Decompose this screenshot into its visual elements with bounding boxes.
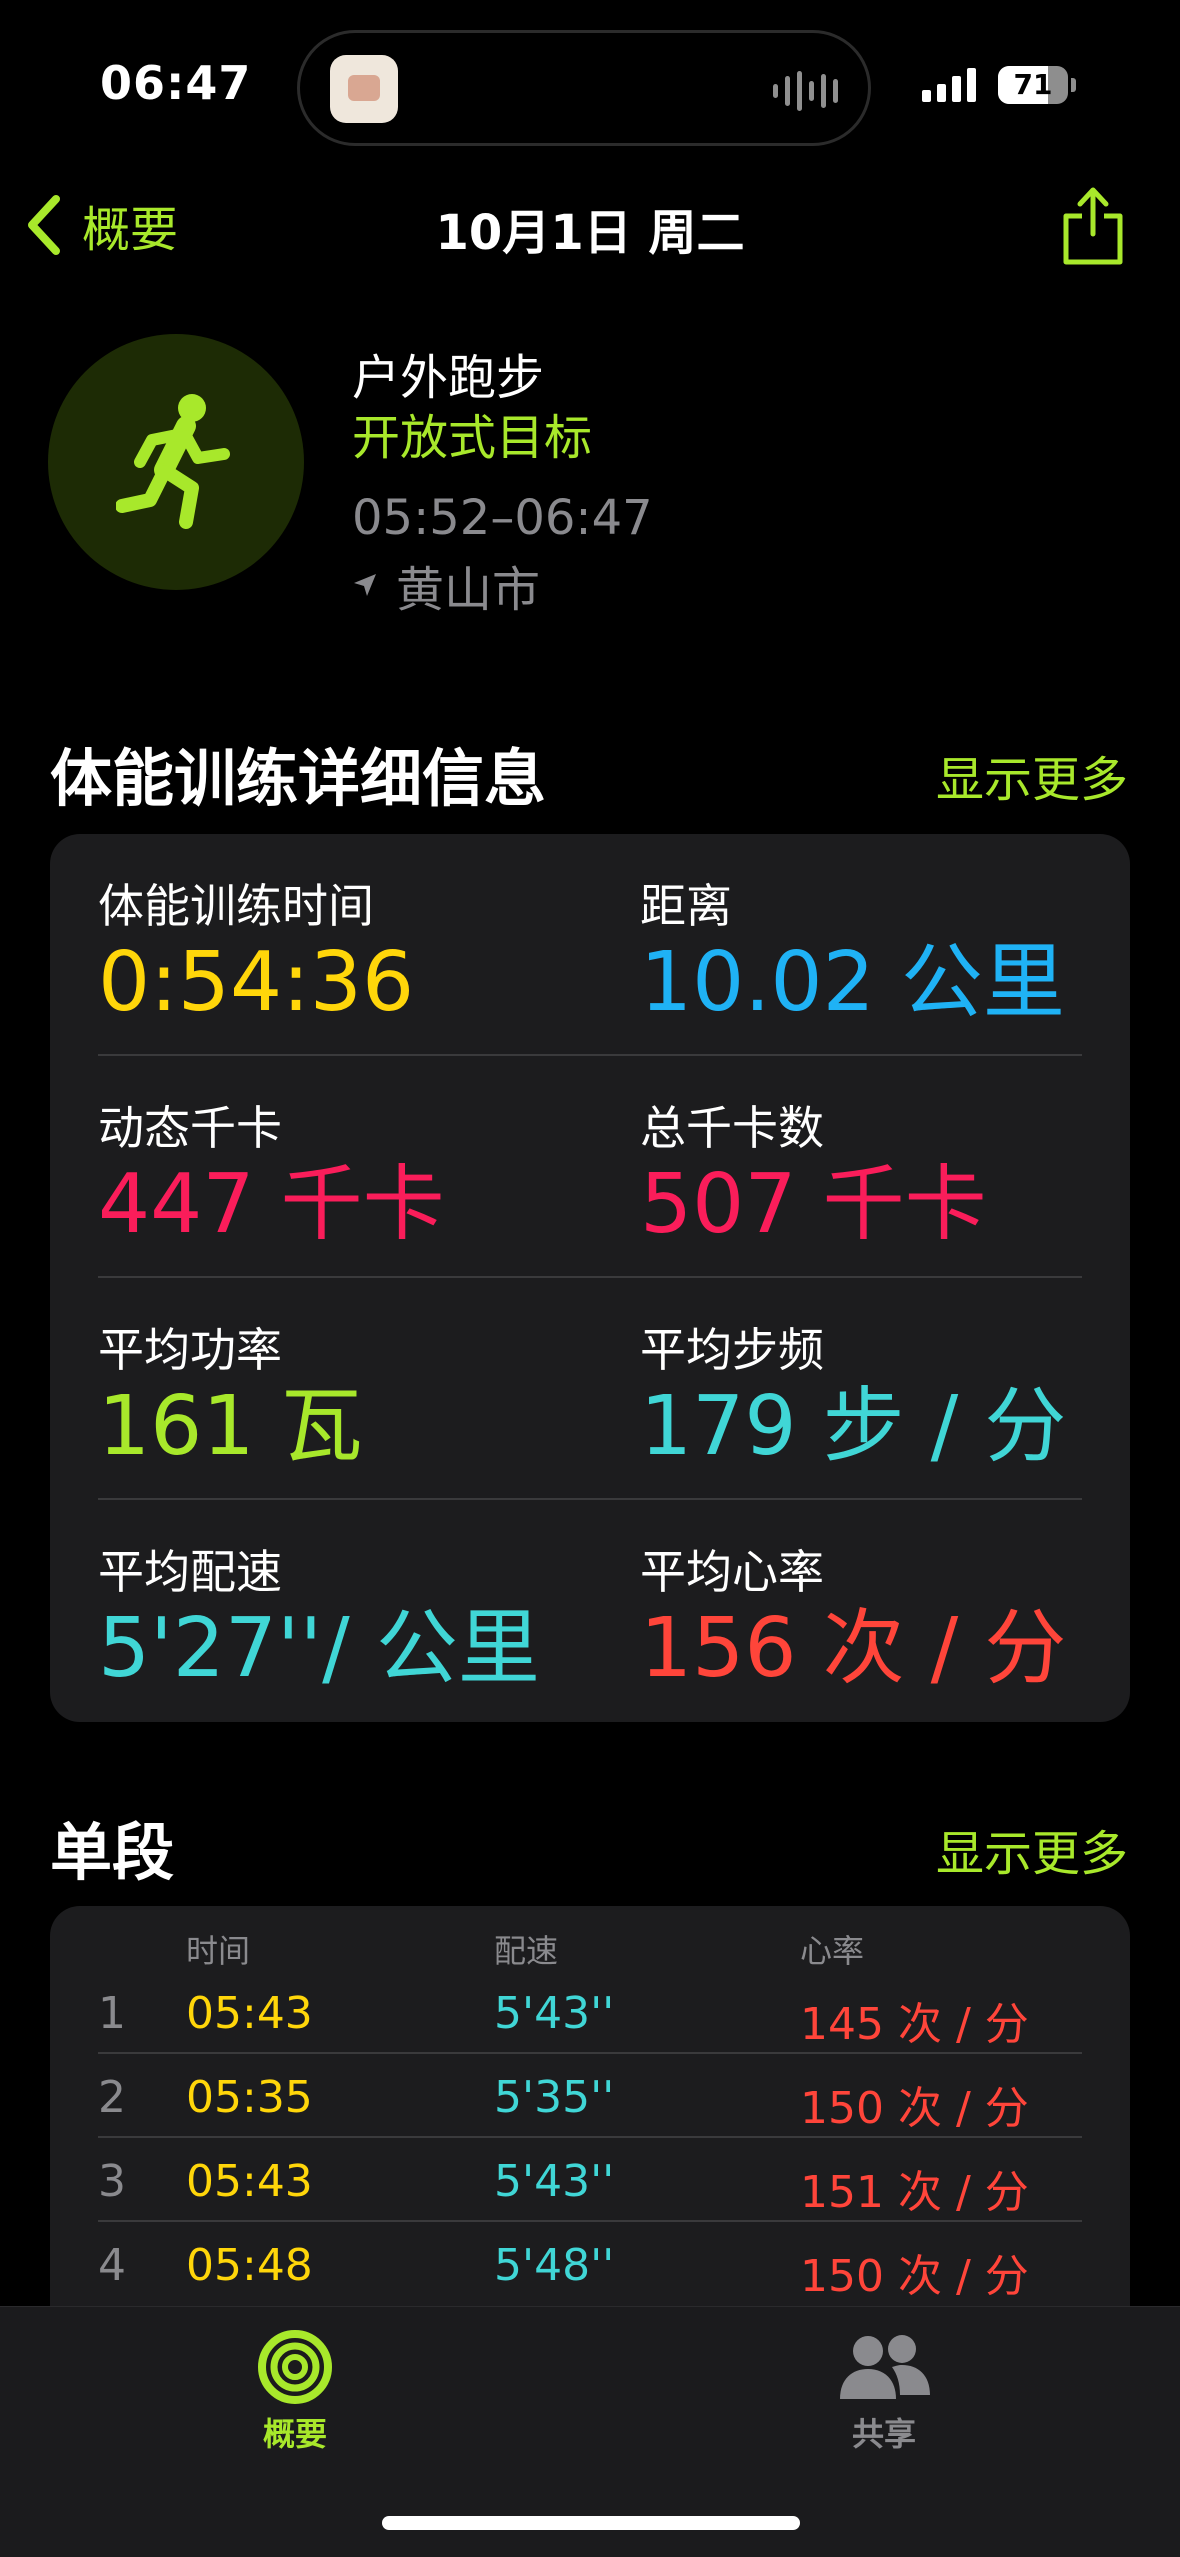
- metric-average-pace: 平均配速 5'27''/ 公里: [98, 1536, 540, 1694]
- metric-workout-time: 体能训练时间 0:54:36: [98, 870, 414, 1028]
- metric-value: 156 次 / 分: [640, 1601, 1067, 1696]
- split-heart-rate: 150 次 / 分: [800, 2251, 1029, 2302]
- metric-label: 动态千卡: [98, 1101, 282, 1155]
- metric-label: 距离: [640, 879, 732, 933]
- metric-value: 179 步 / 分: [640, 1379, 1067, 1474]
- metric-label: 平均配速: [98, 1545, 282, 1599]
- location-arrow-icon: [354, 574, 376, 596]
- tab-summary-label: 概要: [262, 2415, 327, 2453]
- split-pace: 5'43'': [494, 2156, 615, 2207]
- metric-value: 447 千卡: [98, 1157, 445, 1252]
- splits-column-heart-rate: 心率: [800, 1932, 865, 1970]
- share-button[interactable]: [1058, 182, 1128, 266]
- audio-waveform-icon: [773, 71, 838, 111]
- details-section-title: 体能训练详细信息: [50, 742, 547, 815]
- split-number: 2: [98, 2072, 126, 2123]
- split-time: 05:48: [186, 2240, 313, 2291]
- cellular-signal-icon: [922, 68, 976, 102]
- metric-distance: 距离 10.02 公里: [640, 870, 1065, 1028]
- tab-summary[interactable]: 概要: [185, 2329, 405, 2455]
- split-number: 3: [98, 2156, 126, 2207]
- workout-goal: 开放式目标: [352, 410, 593, 466]
- dynamic-island[interactable]: [297, 30, 871, 146]
- metric-label: 体能训练时间: [98, 879, 374, 933]
- split-time: 05:43: [186, 2156, 313, 2207]
- metric-value: 507 千卡: [640, 1157, 987, 1252]
- metric-active-calories: 动态千卡 447 千卡: [98, 1092, 445, 1250]
- status-time: 06:47: [100, 56, 252, 110]
- split-pace: 5'48'': [494, 2240, 615, 2291]
- battery-icon: 71: [998, 66, 1068, 104]
- metric-value: 161 瓦: [98, 1379, 363, 1474]
- splits-column-time: 时间: [186, 1932, 251, 1970]
- tab-sharing-label: 共享: [851, 2415, 916, 2453]
- share-icon: [1063, 187, 1123, 265]
- split-number: 1: [98, 1988, 126, 2039]
- metric-value: 10.02 公里: [640, 935, 1065, 1030]
- workout-location: 黄山市: [352, 550, 540, 620]
- metric-average-heart-rate: 平均心率 156 次 / 分: [640, 1536, 1066, 1694]
- metric-average-cadence: 平均步频 179 步 / 分: [640, 1314, 1066, 1472]
- metric-label: 平均步频: [640, 1323, 824, 1377]
- split-row: 1 05:43 5'43'' 145 次 / 分: [50, 1970, 1130, 2054]
- metric-value: 5'27''/ 公里: [98, 1601, 540, 1696]
- splits-column-pace: 配速: [494, 1932, 559, 1970]
- battery-percent: 71: [1013, 68, 1053, 101]
- split-time: 05:35: [186, 2072, 313, 2123]
- workout-type-badge: [48, 334, 304, 590]
- splits-show-more-link[interactable]: 显示更多: [936, 1814, 1128, 1884]
- home-indicator[interactable]: [382, 2516, 800, 2530]
- people-icon: [840, 2335, 930, 2399]
- divider: [98, 1276, 1082, 1278]
- activity-rings-icon: [258, 2330, 332, 2404]
- split-pace: 5'43'': [494, 1988, 615, 2039]
- split-heart-rate: 145 次 / 分: [800, 1999, 1029, 2050]
- split-number: 4: [98, 2240, 126, 2291]
- split-time: 05:43: [186, 1988, 313, 2039]
- split-row: 2 05:35 5'35'' 150 次 / 分: [50, 2054, 1130, 2138]
- split-pace: 5'35'': [494, 2072, 615, 2123]
- divider: [98, 1498, 1082, 1500]
- workout-details-card: 体能训练时间 0:54:36 距离 10.02 公里 动态千卡 447 千卡 总…: [50, 834, 1130, 1722]
- metric-value: 0:54:36: [98, 935, 415, 1030]
- metric-label: 总千卡数: [640, 1101, 824, 1155]
- tab-sharing[interactable]: 共享: [774, 2329, 994, 2455]
- split-row: 4 05:48 5'48'' 150 次 / 分: [50, 2222, 1130, 2306]
- divider: [98, 1054, 1082, 1056]
- now-playing-app-icon: [330, 55, 398, 123]
- workout-time-range: 05:52–06:47: [352, 490, 653, 546]
- metric-label: 平均功率: [98, 1323, 282, 1377]
- metric-total-calories: 总千卡数 507 千卡: [640, 1092, 987, 1250]
- split-row: 3 05:43 5'43'' 151 次 / 分: [50, 2138, 1130, 2222]
- metric-label: 平均心率: [640, 1545, 824, 1599]
- details-show-more-link[interactable]: 显示更多: [936, 740, 1128, 810]
- split-heart-rate: 151 次 / 分: [800, 2167, 1029, 2218]
- split-heart-rate: 150 次 / 分: [800, 2083, 1029, 2134]
- workout-location-label: 黄山市: [396, 562, 541, 618]
- page-title: 10月1日 周二: [435, 205, 745, 261]
- battery-tip: [1071, 78, 1076, 92]
- metric-average-power: 平均功率 161 瓦: [98, 1314, 363, 1472]
- splits-section-title: 单段: [50, 1816, 175, 1889]
- running-icon: [116, 394, 230, 529]
